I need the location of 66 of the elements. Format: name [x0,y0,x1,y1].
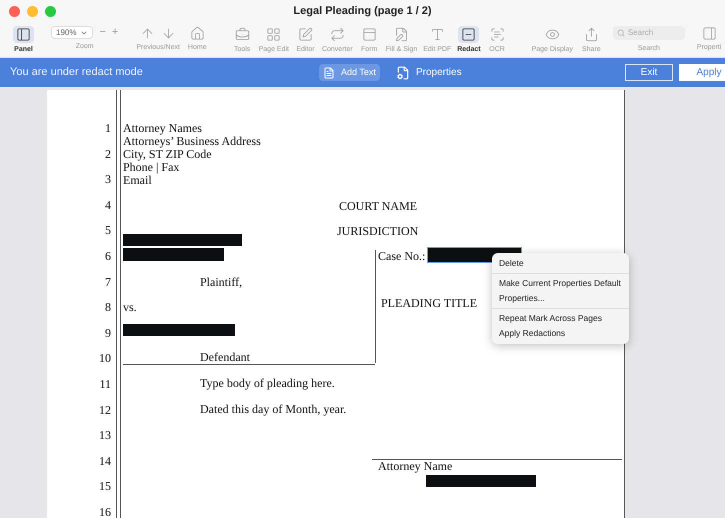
dated-text: Dated this day of Month, year. [200,402,346,416]
document-icon [323,66,335,78]
menu-item[interactable]: Apply Redactions [492,326,629,341]
menu-item[interactable]: Make Current Properties Default [492,276,629,291]
exit-button[interactable]: Exit [625,64,673,81]
zoom-select[interactable]: 190% [51,26,94,39]
menu-item[interactable]: Properties... [492,291,629,306]
line-number: 10 [98,351,111,366]
home-icon [190,26,205,41]
plaintiff-label: Plaintiff, [200,275,242,289]
line-number: 11 [98,377,111,391]
tool-icon [544,27,560,42]
tool-icon [266,27,282,42]
tool-icon [490,27,505,42]
line-number: 5 [104,223,111,238]
window-title: Legal Pleading (page 1 / 2) [293,4,432,19]
menu-item[interactable]: Repeat Mark Across Pages [492,311,629,326]
tool-icon [298,27,313,42]
search-field[interactable]: Search [612,26,685,40]
maximize-icon[interactable] [45,6,56,16]
tool-icon [394,27,409,42]
properties-button[interactable]: Properties [396,65,462,80]
line-number: 8 [104,300,111,314]
address-line: Attorney Names [123,121,202,135]
case-number-label: Case No.: [378,249,426,263]
address-line: Email [123,173,152,187]
close-icon[interactable] [9,6,20,16]
tool-icon [234,27,250,42]
tool-icon [461,27,476,42]
line-number: 16 [98,505,111,518]
defendant-label: Defendant [200,350,250,364]
address-line: City, ST ZIP Code [123,147,212,161]
zoom-in-button[interactable]: + [112,27,118,38]
search-icon [616,29,625,37]
body-text: Type body of pleading here. [200,376,335,390]
apply-button[interactable]: Apply [679,64,725,81]
line-number: 1 [104,121,111,135]
line-number: 9 [104,326,111,340]
line-number: 4 [104,198,111,212]
line-number: 12 [98,402,111,417]
attorney-name: Attorney Name [378,459,452,473]
line-number: 3 [104,172,111,186]
line-number: 7 [104,274,111,289]
menu-item[interactable]: Delete [492,256,629,271]
line-number: 2 [104,146,111,161]
redact-mode-message: You are under redact mode [10,65,143,80]
pleading-title: PLEADING TITLE [381,296,478,310]
panel-icon [702,26,717,41]
line-number: 13 [98,428,111,442]
tool-icon [16,27,31,42]
tool-icon [584,27,599,42]
line-number: 14 [98,454,111,468]
document-gear-icon [396,66,410,80]
line-number: 6 [104,249,111,263]
tool-icon [362,27,377,42]
zoom-out-button[interactable]: − [99,27,106,38]
add-text-button[interactable]: Add Text [319,64,380,81]
address-line: Phone | Fax [123,160,180,174]
versus-label: vs. [123,300,137,314]
court-name: COURT NAME [339,199,418,213]
jurisdiction: JURISDICTION [337,224,418,238]
tool-icon [330,27,345,42]
tool-icon [430,27,445,42]
minimize-icon[interactable] [27,6,38,16]
address-line: Attorneys’ Business Address [123,134,261,148]
line-number: 15 [98,479,111,494]
